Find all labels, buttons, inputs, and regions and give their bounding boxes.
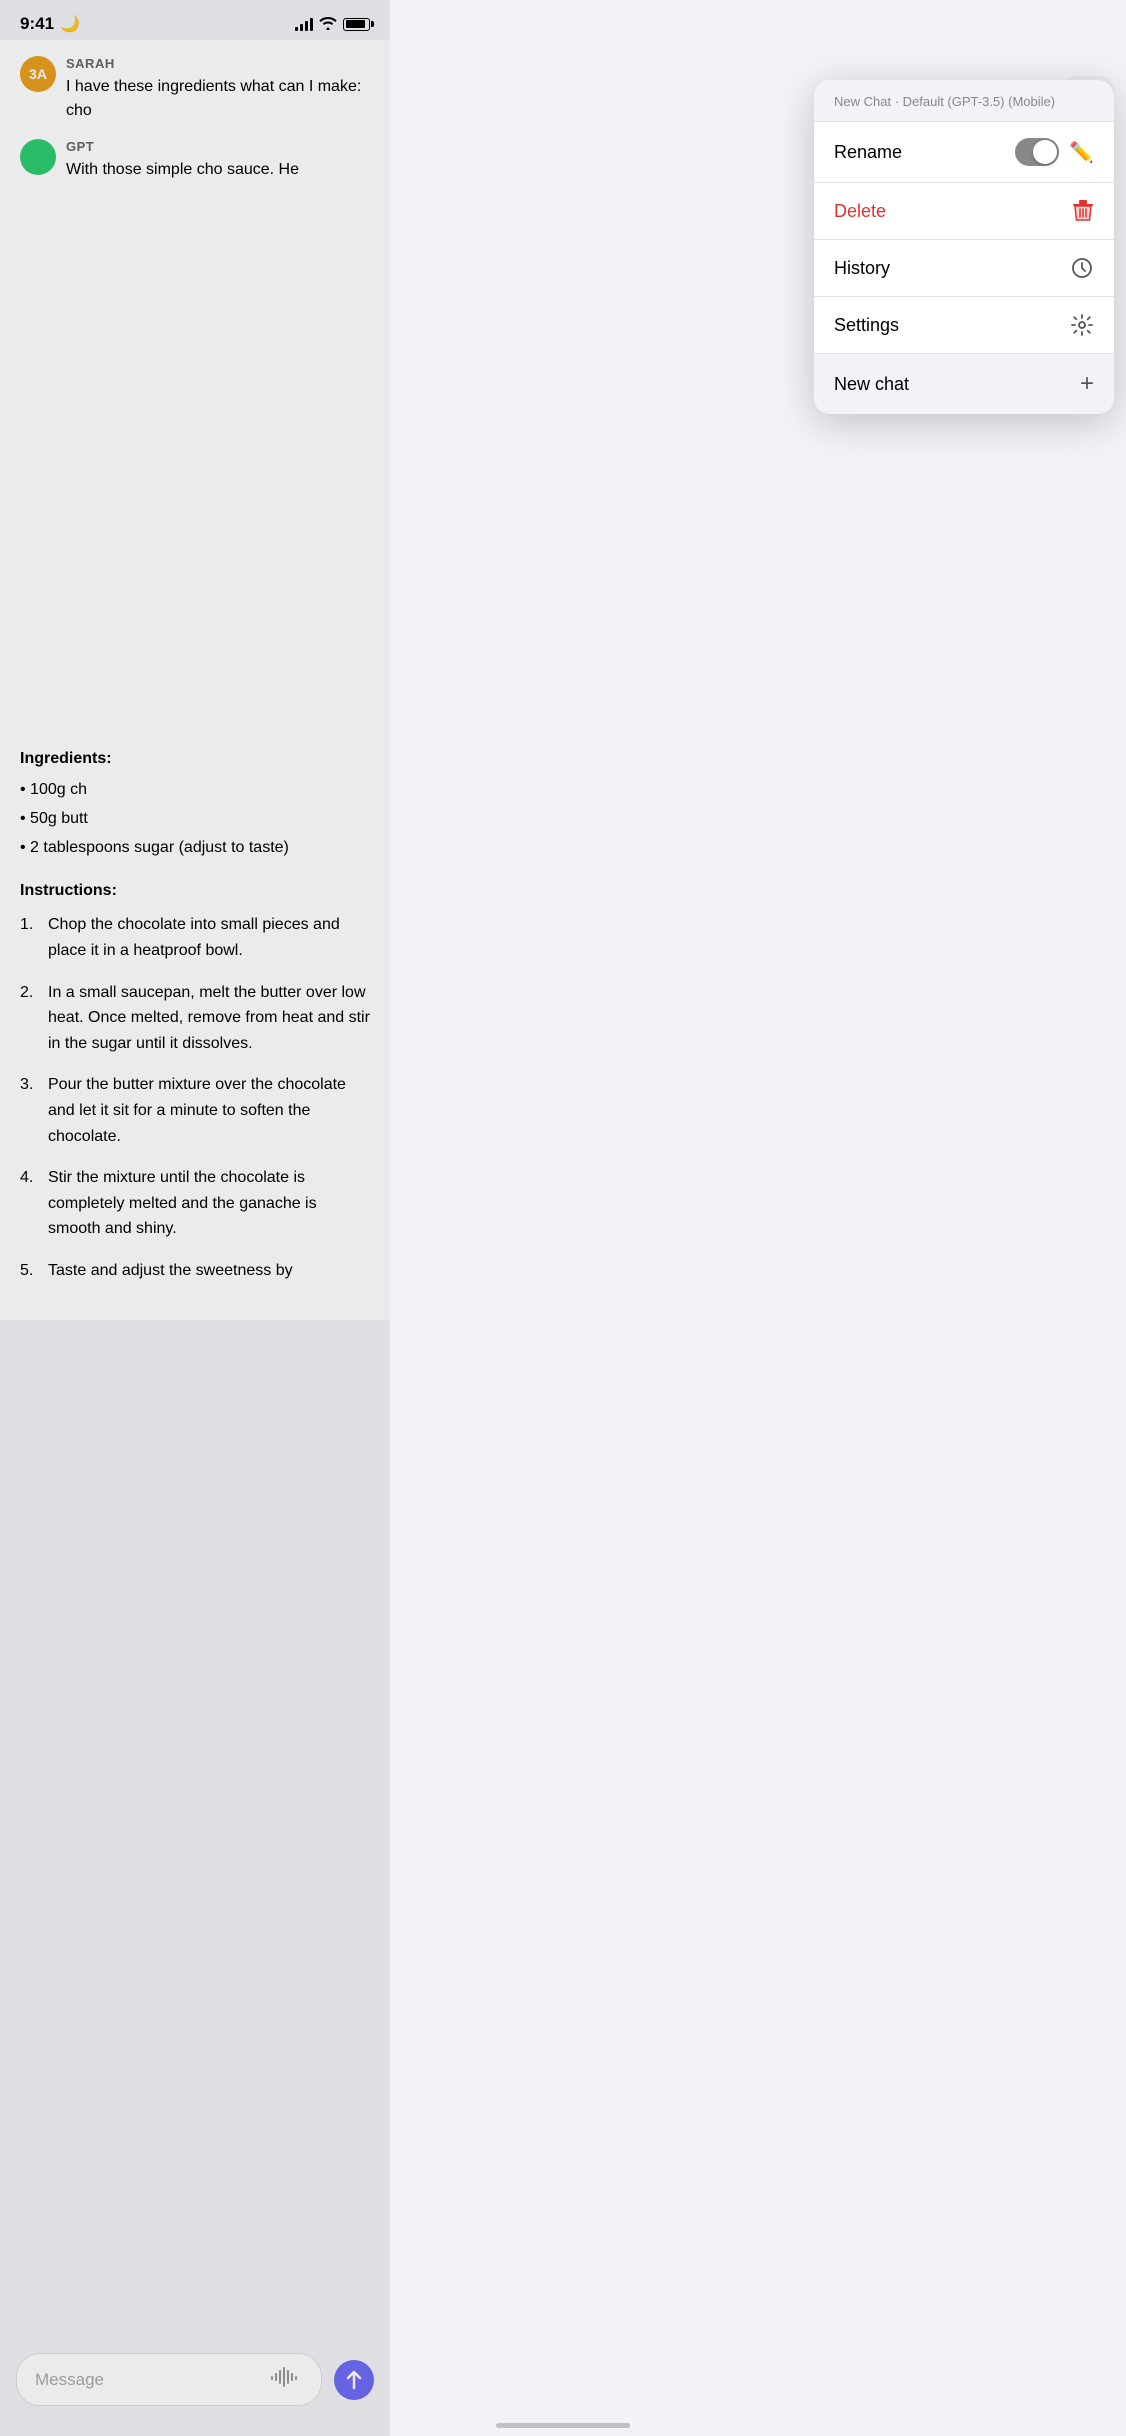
new-chat-label: New chat	[834, 374, 909, 395]
home-indicator	[496, 2423, 630, 2428]
new-chat-menu-item[interactable]: New chat +	[814, 354, 1114, 414]
settings-label: Settings	[834, 315, 899, 336]
gear-icon	[1070, 313, 1094, 337]
overlay[interactable]	[0, 0, 390, 2436]
rename-menu-item[interactable]: Rename ✏️	[814, 122, 1114, 183]
delete-menu-item[interactable]: Delete	[814, 183, 1114, 240]
rename-toggle[interactable]	[1015, 138, 1059, 166]
history-label: History	[834, 258, 890, 279]
toggle-thumb	[1033, 140, 1057, 164]
rename-controls: ✏️	[1015, 138, 1094, 166]
dropdown-menu: New Chat · Default (GPT-3.5) (Mobile) Re…	[814, 80, 1114, 414]
menu-header: New Chat · Default (GPT-3.5) (Mobile)	[814, 80, 1114, 122]
history-menu-item[interactable]: History	[814, 240, 1114, 297]
rename-label: Rename	[834, 142, 902, 163]
plus-icon: +	[1080, 370, 1094, 398]
clock-icon	[1070, 256, 1094, 280]
delete-label: Delete	[834, 201, 886, 222]
pencil-icon: ✏️	[1069, 140, 1094, 165]
trash-icon	[1072, 199, 1094, 223]
settings-menu-item[interactable]: Settings	[814, 297, 1114, 354]
